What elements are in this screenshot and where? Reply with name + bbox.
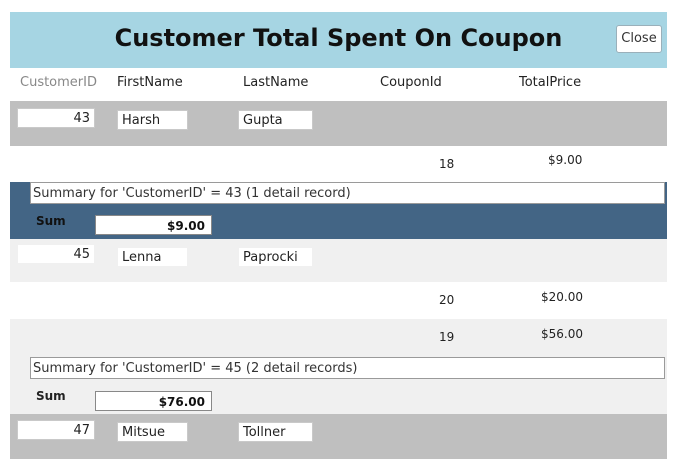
customer-id-field[interactable]: 45 <box>17 244 95 264</box>
report-header: Customer Total Spent On Coupon Close <box>10 12 667 68</box>
group-summary-text: Summary for 'CustomerID' = 43 (1 detail … <box>30 182 665 204</box>
total-price-value: $56.00 <box>541 327 583 341</box>
column-header-lastname: LastName <box>243 75 309 90</box>
total-price-value: $9.00 <box>548 153 583 167</box>
first-name-field[interactable]: Harsh <box>117 110 188 130</box>
close-button[interactable]: Close <box>616 25 662 53</box>
sum-label: Sum <box>36 389 66 403</box>
column-header-customerid: CustomerID <box>20 75 97 90</box>
group-header-row <box>10 239 667 282</box>
last-name-field[interactable]: Paprocki <box>238 247 313 267</box>
first-name-field[interactable]: Mitsue <box>117 422 188 442</box>
sum-label: Sum <box>36 214 66 228</box>
last-name-field[interactable]: Gupta <box>238 110 313 130</box>
column-header-couponid: CouponId <box>380 75 442 90</box>
group-header-row <box>10 101 667 146</box>
total-price-value: $20.00 <box>541 290 583 304</box>
group-summary-text: Summary for 'CustomerID' = 45 (2 detail … <box>30 357 665 379</box>
sum-value-field[interactable]: $76.00 <box>95 391 212 411</box>
customer-id-field[interactable]: 43 <box>17 108 95 128</box>
report-title: Customer Total Spent On Coupon <box>114 24 563 52</box>
first-name-field[interactable]: Lenna <box>117 247 188 267</box>
coupon-id-value: 20 <box>439 293 455 307</box>
last-name-field[interactable]: Tollner <box>238 422 313 442</box>
column-header-firstname: FirstName <box>117 75 183 90</box>
customer-id-field[interactable]: 47 <box>17 420 95 440</box>
coupon-id-value: 18 <box>439 157 455 171</box>
coupon-id-value: 19 <box>439 330 455 344</box>
group-header-row <box>10 414 667 459</box>
column-header-totalprice: TotalPrice <box>519 75 582 90</box>
sum-value-field[interactable]: $9.00 <box>95 215 212 235</box>
